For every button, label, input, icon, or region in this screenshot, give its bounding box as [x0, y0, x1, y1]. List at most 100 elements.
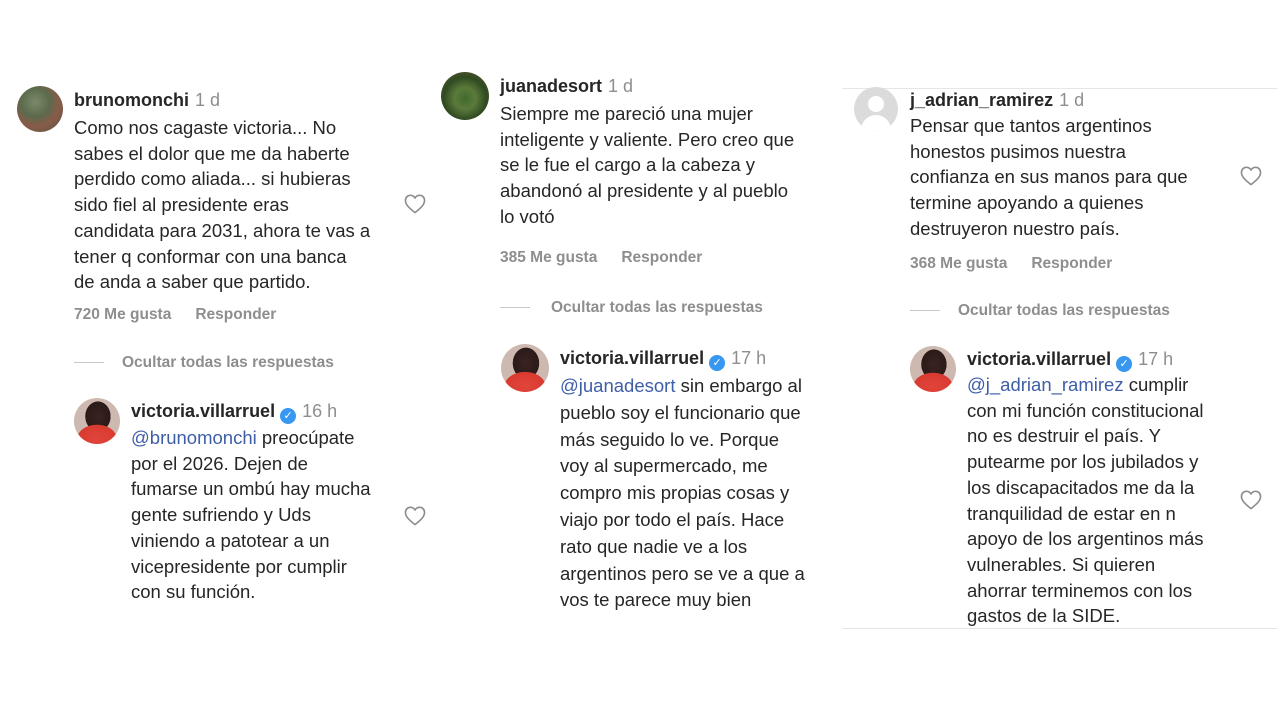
heart-icon[interactable]: [1240, 166, 1262, 186]
text-line: viniendo a patotear a un: [131, 529, 330, 551]
text-fragment: preocúpate: [256, 427, 355, 448]
text-line: por el 2026. Dejen de: [131, 452, 308, 474]
comment-header: j_adrian_ramirez 1 d: [910, 89, 1084, 111]
text-line: voy al supermercado, me: [560, 455, 768, 477]
like-count[interactable]: 368 Me gusta: [910, 255, 1007, 272]
reply-text: @j_adrian_ramirez cumplir con mi función…: [967, 372, 1204, 629]
text-line: putearme por los jubilados y: [967, 451, 1199, 473]
avatar[interactable]: [74, 398, 120, 444]
timestamp: 1 d: [195, 90, 221, 110]
avatar[interactable]: [501, 344, 549, 392]
text-line: argentinos pero se ve a que a: [560, 562, 805, 584]
timestamp: 17 h: [731, 348, 767, 368]
reply-header: victoria.villarruel ✓ 17 h: [560, 347, 766, 371]
text-line: gente sufriendo y Uds: [131, 504, 311, 526]
text-line: tranquilidad de estar en n: [967, 502, 1176, 524]
text-line: vulnerables. Si quieren: [967, 553, 1156, 575]
text-line: vicepresidente por cumplir: [131, 555, 347, 577]
text-fragment: sin embargo al: [675, 375, 802, 396]
username[interactable]: victoria.villarruel: [131, 401, 275, 421]
text-line: más seguido lo ve. Porque: [560, 428, 780, 450]
text-line: abandonó al presidente y al pueblo: [500, 180, 789, 202]
verified-badge-icon: ✓: [709, 355, 726, 371]
username[interactable]: victoria.villarruel: [560, 348, 704, 368]
heart-icon[interactable]: [404, 506, 426, 526]
comment-actions: 385 Me gusta Responder: [500, 249, 702, 267]
text-line: ahorrar terminemos con los: [967, 579, 1193, 601]
comment-text: Como nos cagaste victoria... No sabes el…: [74, 115, 370, 295]
reply-button[interactable]: Responder: [195, 306, 276, 323]
avatar[interactable]: [17, 86, 63, 132]
hide-replies-button[interactable]: Ocultar todas las respuestas: [551, 299, 763, 317]
text-line: tener q conformar con una banca: [74, 245, 347, 267]
mention-link[interactable]: @juanadesort: [560, 375, 675, 396]
panel-bottom-border: [842, 628, 1277, 629]
reply-header: victoria.villarruel ✓ 17 h: [967, 348, 1173, 372]
hide-replies-button[interactable]: Ocultar todas las respuestas: [122, 354, 334, 372]
text-line: rato que nadie ve a los: [560, 535, 748, 557]
reply-header: victoria.villarruel ✓ 16 h: [131, 400, 337, 424]
divider: [910, 310, 940, 311]
heart-icon[interactable]: [404, 194, 426, 214]
heart-icon[interactable]: [1240, 490, 1262, 510]
text-line: se le fue el cargo a la cabeza y: [500, 154, 756, 176]
text-line: confianza en sus manos para que: [910, 166, 1188, 188]
text-line: gastos de la SIDE.: [967, 605, 1121, 627]
timestamp: 1 d: [608, 76, 634, 96]
text-line: apoyo de los argentinos más: [967, 528, 1204, 550]
timestamp: 16 h: [302, 401, 338, 421]
text-line: lo votó: [500, 205, 555, 227]
verified-badge-icon: ✓: [280, 408, 297, 424]
text-line: con su función.: [131, 581, 256, 603]
text-line: Como nos cagaste victoria... No: [74, 117, 337, 138]
text-line: Siempre me pareció una mujer: [500, 103, 753, 124]
reply-text: @juanadesort sin embargo al pueblo soy e…: [560, 373, 805, 614]
default-avatar-icon[interactable]: [854, 87, 898, 131]
username[interactable]: brunomonchi: [74, 90, 189, 110]
like-count[interactable]: 385 Me gusta: [500, 249, 597, 266]
text-line: @brunomonchi preocúpate: [131, 425, 371, 451]
divider: [500, 307, 530, 308]
text-line: fumarse un ombú hay mucha: [131, 478, 371, 500]
text-line: Pensar que tantos argentinos: [910, 115, 1152, 136]
comment-text: Siempre me pareció una mujer inteligente…: [500, 101, 794, 230]
comment-text: Pensar que tantos argentinos honestos pu…: [910, 113, 1188, 242]
reply-button[interactable]: Responder: [1031, 255, 1112, 272]
avatar[interactable]: [441, 72, 489, 120]
text-line: compro mis propias cosas y: [560, 482, 790, 504]
text-line: inteligente y valiente. Pero creo que: [500, 128, 795, 150]
text-line: perdido como aliada... si hubieras: [74, 168, 351, 190]
text-line: @j_adrian_ramirez cumplir: [967, 372, 1204, 398]
divider: [74, 362, 104, 363]
text-line: honestos pusimos nuestra: [910, 140, 1126, 162]
username[interactable]: victoria.villarruel: [967, 349, 1111, 369]
timestamp: 17 h: [1138, 349, 1174, 369]
text-line: de anda a saber que partido.: [74, 271, 311, 293]
text-line: con mi función constitucional: [967, 399, 1204, 421]
comment-header: juanadesort 1 d: [500, 75, 633, 97]
comment-actions: 368 Me gusta Responder: [910, 255, 1112, 273]
text-line: pueblo soy el funcionario que: [560, 401, 801, 423]
mention-link[interactable]: @brunomonchi: [131, 427, 257, 448]
reply-text: @brunomonchi preocúpate por el 2026. Dej…: [131, 425, 371, 605]
text-line: sido fiel al presidente eras: [74, 194, 289, 216]
text-line: candidata para 2031, ahora te vas a: [74, 219, 371, 241]
mention-link[interactable]: @j_adrian_ramirez: [967, 374, 1124, 395]
reply-button[interactable]: Responder: [621, 249, 702, 266]
text-line: sabes el dolor que me da haberte: [74, 142, 350, 164]
like-count[interactable]: 720 Me gusta: [74, 306, 171, 323]
text-fragment: cumplir: [1123, 374, 1189, 395]
text-line: vos te parece muy bien: [560, 589, 752, 611]
text-line: destruyeron nuestro país.: [910, 217, 1120, 239]
comment-actions: 720 Me gusta Responder: [74, 306, 276, 324]
username[interactable]: juanadesort: [500, 76, 602, 96]
text-line: viajo por todo el país. Hace: [560, 508, 785, 530]
hide-replies-button[interactable]: Ocultar todas las respuestas: [958, 302, 1170, 320]
text-line: los discapacitados me da la: [967, 476, 1195, 498]
timestamp: 1 d: [1059, 90, 1085, 110]
text-line: @juanadesort sin embargo al: [560, 373, 805, 400]
comment-header: brunomonchi 1 d: [74, 89, 220, 111]
username[interactable]: j_adrian_ramirez: [910, 90, 1053, 110]
text-line: no es destruir el país. Y: [967, 425, 1162, 447]
avatar[interactable]: [910, 346, 956, 392]
